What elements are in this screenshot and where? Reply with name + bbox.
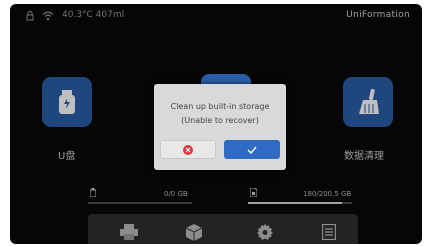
cancel-icon (183, 144, 193, 155)
dialog-message: Clean up built-in storage (Unable to rec… (154, 100, 286, 128)
checkmark-icon (247, 146, 257, 154)
confirm-button[interactable] (224, 140, 280, 159)
printer-screen: 40.3°C 407ml UniFormation U盘 数据清理 0/0 GB… (10, 4, 422, 244)
dialog-message-line2: (Unable to recover) (181, 116, 259, 125)
dialog-message-line1: Clean up built-in storage (170, 102, 270, 111)
cancel-button[interactable] (160, 140, 216, 159)
confirm-cleanup-dialog: Clean up built-in storage (Unable to rec… (154, 84, 286, 170)
